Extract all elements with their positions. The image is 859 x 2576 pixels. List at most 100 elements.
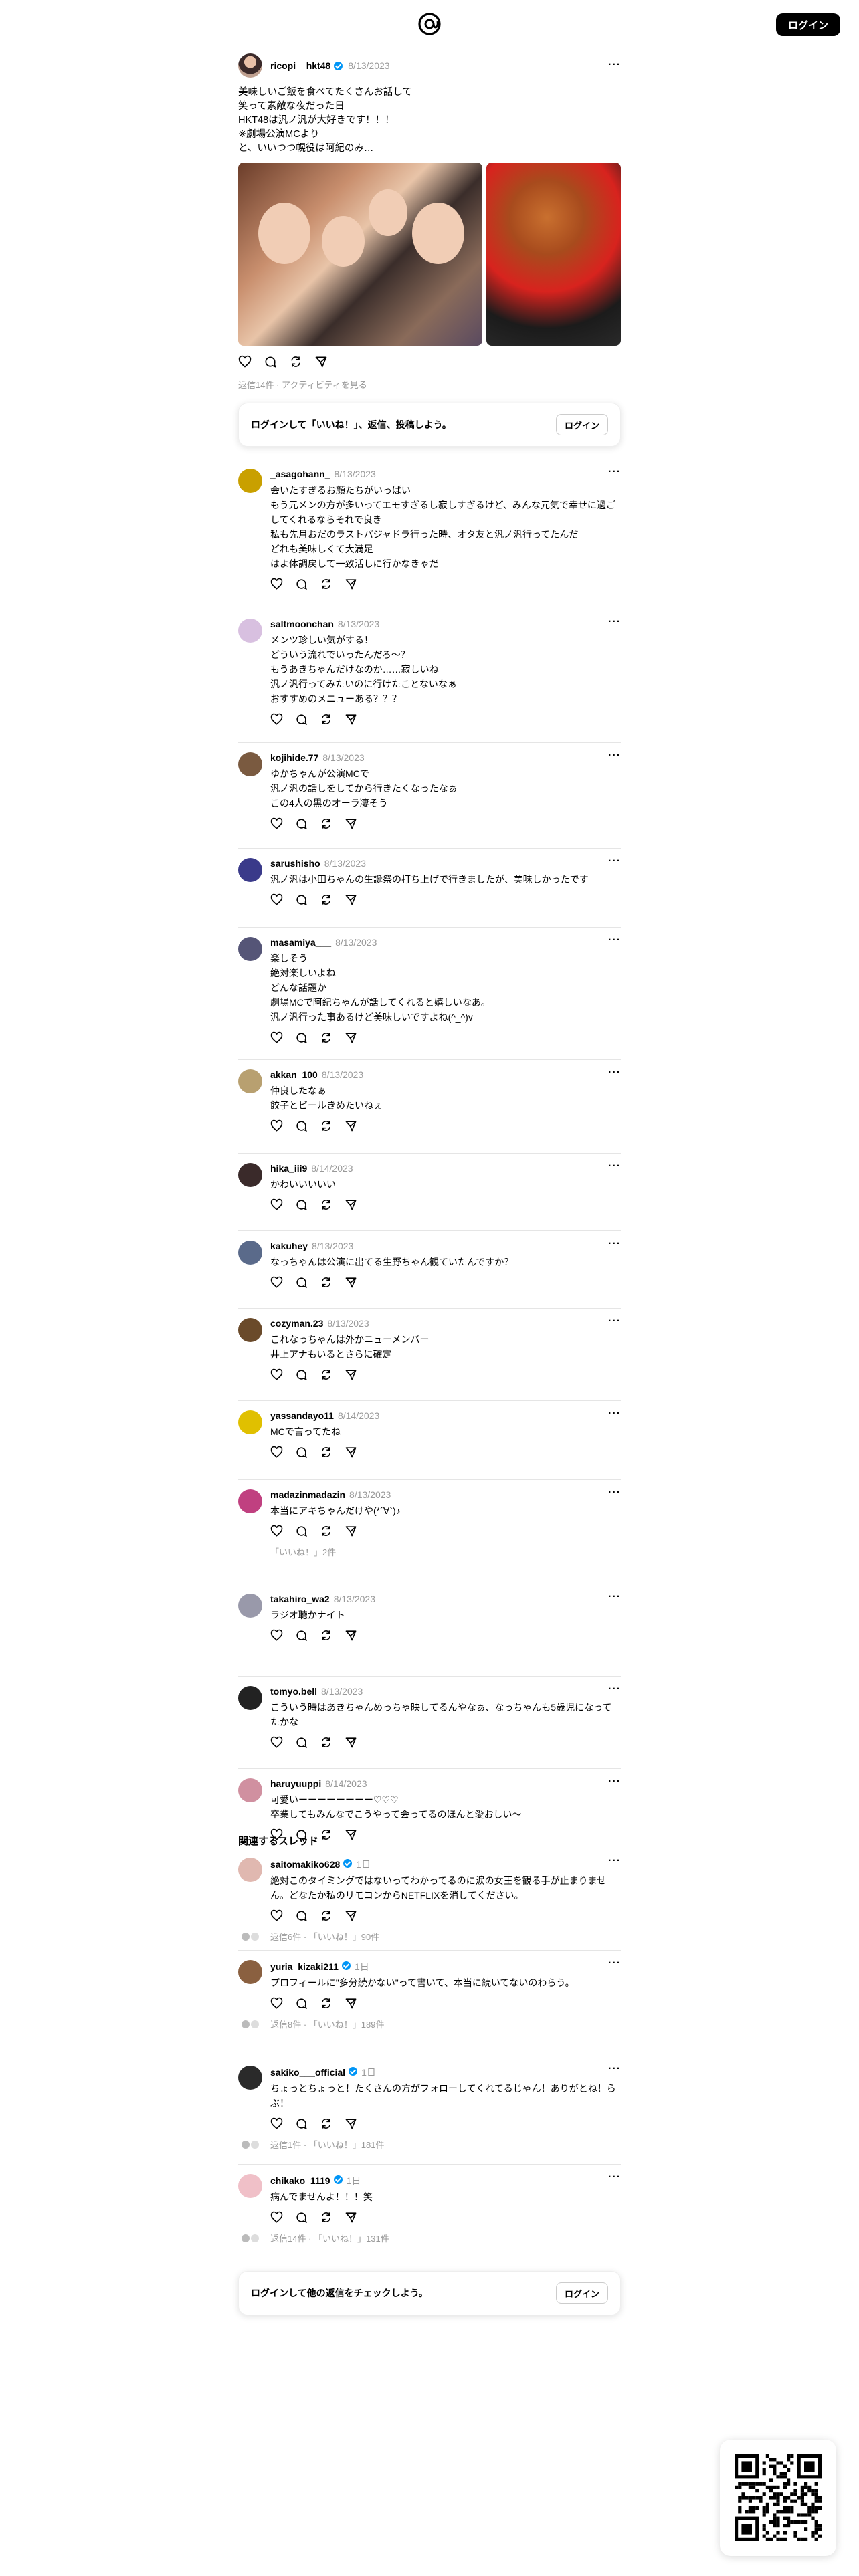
reply-icon[interactable] xyxy=(295,1119,308,1132)
reply-time[interactable]: 8/13/2023 xyxy=(335,937,377,948)
share-icon[interactable] xyxy=(345,578,357,591)
reply-username[interactable]: yassandayo11 xyxy=(270,1410,334,1421)
repost-icon[interactable] xyxy=(320,1368,332,1381)
repost-icon[interactable] xyxy=(320,2211,332,2224)
share-icon[interactable] xyxy=(345,1119,357,1132)
repost-icon[interactable] xyxy=(320,1909,332,1922)
reply-username[interactable]: takahiro_wa2 xyxy=(270,1594,330,1604)
avatar[interactable] xyxy=(238,1858,262,1882)
related-thread-item[interactable]: chikako_1119 1日 ··· 病んでませんよ！！！笑 返信14件 · 「… xyxy=(238,2164,621,2244)
like-icon[interactable] xyxy=(270,893,283,906)
repost-icon[interactable] xyxy=(320,1031,332,1044)
like-icon[interactable] xyxy=(270,713,283,726)
reply-time[interactable]: 8/13/2023 xyxy=(327,1318,369,1329)
thread-username[interactable]: sakiko___official xyxy=(270,2067,345,2078)
post-stats[interactable]: 返信14件 · アクティビティを見る xyxy=(238,378,621,391)
repost-icon[interactable] xyxy=(320,2117,332,2130)
avatar[interactable] xyxy=(238,619,262,643)
thread-stats[interactable]: 返信14件 · 「いいね！」131件 xyxy=(238,2232,621,2244)
avatar[interactable] xyxy=(238,858,262,882)
like-icon[interactable] xyxy=(270,1997,283,2010)
share-icon[interactable] xyxy=(345,713,357,726)
share-icon[interactable] xyxy=(345,2211,357,2224)
reply-time[interactable]: 8/13/2023 xyxy=(322,1069,363,1080)
repost-icon[interactable] xyxy=(320,1525,332,1537)
like-icon[interactable] xyxy=(270,1629,283,1642)
reply-time[interactable]: 8/14/2023 xyxy=(311,1163,353,1174)
more-options-icon[interactable]: ··· xyxy=(608,1315,621,1327)
reply-icon[interactable] xyxy=(295,1368,308,1381)
share-icon[interactable] xyxy=(345,893,357,906)
more-options-icon[interactable]: ··· xyxy=(608,1160,621,1172)
avatar[interactable] xyxy=(238,1318,262,1342)
repost-icon[interactable] xyxy=(289,355,302,368)
more-options-icon[interactable]: ··· xyxy=(608,750,621,762)
reply-time[interactable]: 8/13/2023 xyxy=(312,1241,353,1251)
bottom-login-button[interactable]: ログイン xyxy=(555,2282,608,2304)
like-icon[interactable] xyxy=(270,1909,283,1922)
repost-icon[interactable] xyxy=(320,1276,332,1289)
more-options-icon[interactable]: ··· xyxy=(608,1776,621,1788)
like-icon[interactable] xyxy=(270,1276,283,1289)
related-thread-item[interactable]: saitomakiko628 1日 ··· 絶対このタイミングではないってわかって… xyxy=(238,1848,621,1943)
like-icon[interactable] xyxy=(270,1446,283,1459)
share-icon[interactable] xyxy=(345,1031,357,1044)
more-options-icon[interactable]: ··· xyxy=(608,466,621,478)
repost-icon[interactable] xyxy=(320,1629,332,1642)
share-icon[interactable] xyxy=(345,1909,357,1922)
thread-stats[interactable]: 返信8件 · 「いいね！」189件 xyxy=(238,2018,621,2030)
more-options-icon[interactable]: ··· xyxy=(608,59,621,71)
reply-username[interactable]: sarushisho xyxy=(270,858,320,869)
more-options-icon[interactable]: ··· xyxy=(608,934,621,946)
reply-icon[interactable] xyxy=(295,2117,308,2130)
more-options-icon[interactable]: ··· xyxy=(608,1957,621,1969)
reply-icon[interactable] xyxy=(295,1736,308,1749)
thread-username[interactable]: chikako_1119 xyxy=(270,2175,330,2186)
post-time[interactable]: 8/13/2023 xyxy=(348,60,389,71)
reply-username[interactable]: madazinmadazin xyxy=(270,1489,345,1500)
share-icon[interactable] xyxy=(345,1276,357,1289)
avatar[interactable] xyxy=(238,1241,262,1265)
reply-username[interactable]: tomyo.bell xyxy=(270,1686,317,1697)
avatar[interactable] xyxy=(238,2066,262,2090)
thread-stats[interactable]: 返信6件 · 「いいね！」90件 xyxy=(238,1930,621,1943)
post-photo-food[interactable] xyxy=(486,163,621,346)
reply-username[interactable]: haruyuuppi xyxy=(270,1778,321,1789)
share-icon[interactable] xyxy=(345,1736,357,1749)
reply-icon[interactable] xyxy=(295,1276,308,1289)
share-icon[interactable] xyxy=(345,1198,357,1211)
repost-icon[interactable] xyxy=(320,1736,332,1749)
share-icon[interactable] xyxy=(345,817,357,830)
reply-icon[interactable] xyxy=(295,1525,308,1537)
thread-stats[interactable]: 返信1件 · 「いいね！」181件 xyxy=(238,2138,621,2151)
share-icon[interactable] xyxy=(345,1828,357,1841)
reply-icon[interactable] xyxy=(295,578,308,591)
reply-username[interactable]: akkan_100 xyxy=(270,1069,318,1080)
avatar[interactable] xyxy=(238,937,262,961)
more-options-icon[interactable]: ··· xyxy=(608,1238,621,1250)
threads-logo-icon[interactable] xyxy=(417,12,442,36)
thread-username[interactable]: yuria_kizaki211 xyxy=(270,1961,339,1972)
reply-username[interactable]: _asagohann_ xyxy=(270,469,330,479)
related-thread-item[interactable]: yuria_kizaki211 1日 ··· プロフィールに"多分続かない"って書… xyxy=(238,1950,621,2030)
reply-icon[interactable] xyxy=(295,1446,308,1459)
more-options-icon[interactable]: ··· xyxy=(608,1067,621,1079)
share-icon[interactable] xyxy=(345,1368,357,1381)
avatar[interactable] xyxy=(238,1960,262,1984)
like-icon[interactable] xyxy=(270,1368,283,1381)
like-icon[interactable] xyxy=(270,1031,283,1044)
reply-time[interactable]: 8/13/2023 xyxy=(349,1489,391,1500)
like-icon[interactable] xyxy=(270,1525,283,1537)
reply-icon[interactable] xyxy=(295,1629,308,1642)
share-icon[interactable] xyxy=(345,1997,357,2010)
more-options-icon[interactable]: ··· xyxy=(608,2171,621,2183)
reply-likes[interactable]: 「いいね！」2件 xyxy=(270,1545,621,1558)
thread-time[interactable]: 1日 xyxy=(347,2175,361,2186)
avatar[interactable] xyxy=(238,1410,262,1434)
reply-time[interactable]: 8/13/2023 xyxy=(324,858,366,869)
reply-icon[interactable] xyxy=(295,2211,308,2224)
reply-time[interactable]: 8/14/2023 xyxy=(338,1410,379,1421)
avatar[interactable] xyxy=(238,1069,262,1093)
avatar[interactable] xyxy=(238,1489,262,1513)
repost-icon[interactable] xyxy=(320,1997,332,2010)
